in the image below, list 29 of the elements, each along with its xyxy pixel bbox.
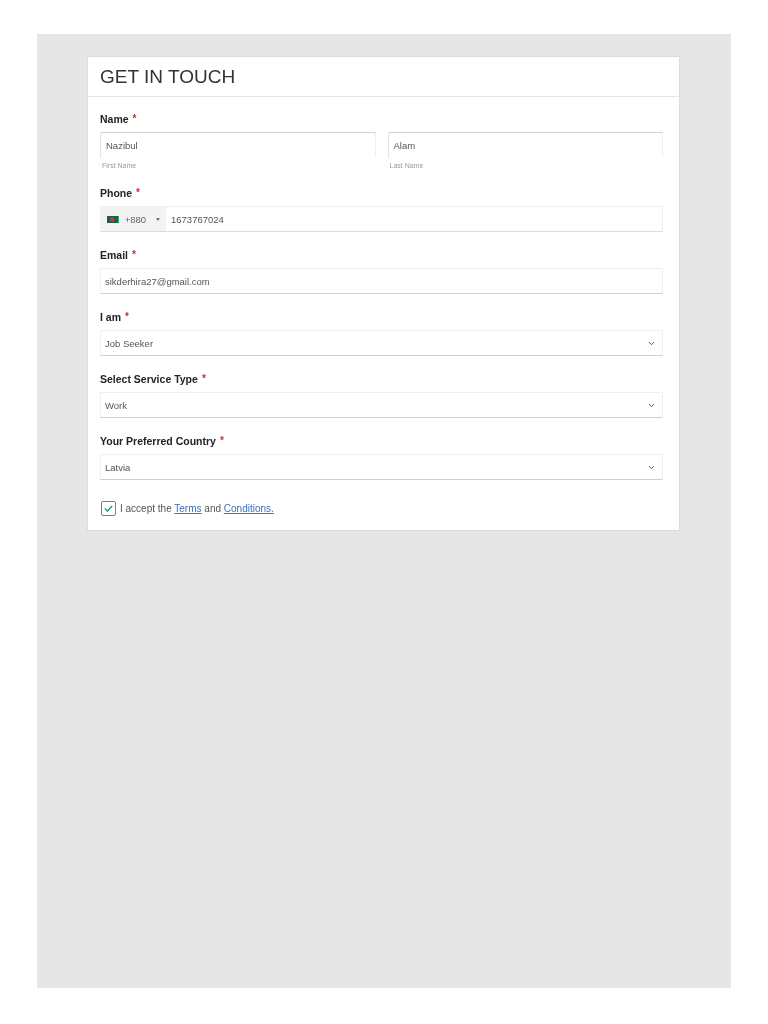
text-input[interactable]: sikderhira27@gmail.com	[100, 268, 663, 294]
country-code-button[interactable]: +880	[101, 207, 166, 231]
field-label: Email	[100, 248, 128, 262]
select-field[interactable]: Work	[100, 392, 663, 418]
text-link[interactable]: Conditions.	[223, 502, 274, 514]
field-label: I am	[100, 310, 121, 324]
required-asterisk: *	[219, 434, 224, 448]
field-label: Name	[100, 112, 129, 126]
flag-icon	[107, 214, 119, 224]
required-asterisk: *	[136, 186, 140, 200]
caret-down-icon	[156, 217, 160, 221]
select-field[interactable]: Job Seeker	[100, 330, 663, 356]
required-asterisk: *	[201, 372, 206, 386]
required-asterisk: *	[132, 248, 136, 262]
check-icon	[104, 505, 113, 512]
text-link[interactable]: Terms	[174, 502, 202, 514]
field-label: Your Preferred Country	[100, 434, 216, 448]
text-input[interactable]: Nazibul	[100, 132, 376, 158]
phone-number-text: 1673767024	[170, 213, 224, 225]
required-asterisk: *	[125, 310, 129, 324]
select-field[interactable]: Latvia	[100, 454, 663, 480]
form-title: GET IN TOUCH	[100, 65, 236, 88]
phone-field[interactable]: +880 1673767024	[100, 206, 663, 232]
required-asterisk: *	[132, 112, 137, 126]
field-label: Phone	[100, 186, 133, 200]
text-input[interactable]: Alam	[387, 132, 663, 158]
checkbox[interactable]	[101, 501, 116, 516]
terms-consent-text: I accept the Terms and Conditions.	[120, 501, 274, 516]
field-label: Select Service Type	[100, 372, 198, 386]
